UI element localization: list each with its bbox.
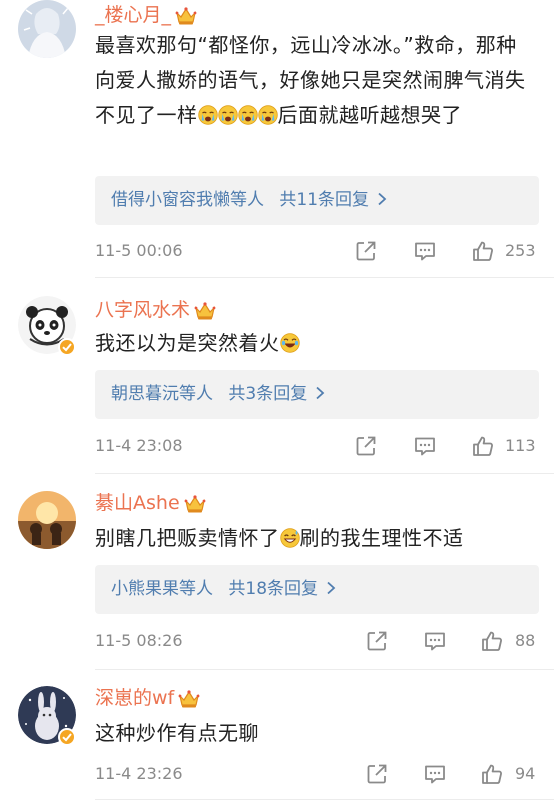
reply-summary[interactable]: 借得小窗容我懒等人 共11条回复 <box>95 176 539 225</box>
crown-badge-icon <box>194 301 216 321</box>
comment-icon[interactable] <box>413 239 437 263</box>
comment-text: 我还以为是突然着火 <box>95 326 535 361</box>
thumbs-up-icon[interactable] <box>471 239 495 263</box>
like-count: 253 <box>505 241 536 260</box>
timestamp: 11-5 08:26 <box>95 631 183 650</box>
like-count: 113 <box>505 436 536 455</box>
comment-icon[interactable] <box>423 762 447 786</box>
timestamp: 11-4 23:26 <box>95 764 183 783</box>
like-count: 88 <box>515 631 536 650</box>
reply-others-label: 等人 <box>179 579 213 599</box>
reply-names[interactable]: 借得小窗容我懒 <box>111 190 230 210</box>
comment-text-part: 后面就越听越想哭了 <box>277 103 462 127</box>
comment-meta: 11-5 08:26 88 <box>95 626 539 656</box>
comment-text-part: 这种炒作有点无聊 <box>95 721 259 745</box>
comment-text: 这种炒作有点无聊 <box>95 716 535 751</box>
avatar[interactable] <box>18 491 76 549</box>
reply-others-label: 等人 <box>179 384 213 404</box>
comment-icon[interactable] <box>413 434 437 458</box>
username-label[interactable]: 綦山Ashe <box>95 492 180 514</box>
reply-count[interactable]: 共3条回复 <box>228 384 307 404</box>
verified-badge-icon <box>58 728 76 746</box>
timestamp: 11-4 23:08 <box>95 436 183 455</box>
reply-count[interactable]: 共18条回复 <box>228 579 318 599</box>
chevron-right-icon <box>377 192 387 206</box>
username[interactable]: 八字风水术 <box>95 298 216 322</box>
comment-icon[interactable] <box>423 629 447 653</box>
crown-badge-icon <box>178 689 200 709</box>
timestamp: 11-5 00:06 <box>95 241 183 260</box>
comment-meta: 11-5 00:06 253 <box>95 236 539 266</box>
like-count: 94 <box>515 764 536 783</box>
comment-item: 深崽的wf 这种炒作有点无聊 11-4 23:26 94 <box>0 670 554 804</box>
crying-face-emoji <box>258 105 278 125</box>
comment-meta: 11-4 23:08 113 <box>95 431 539 461</box>
username-label[interactable]: _楼心月_ <box>95 4 171 26</box>
chevron-right-icon <box>315 386 325 400</box>
reply-count[interactable]: 共11条回复 <box>279 190 369 210</box>
thumbs-up-icon[interactable] <box>480 629 504 653</box>
comment-item: 八字风水术 我还以为是突然着火 朝思暮沅等人 共3条回复 11-4 23:08 … <box>0 278 554 474</box>
thumbs-up-icon[interactable] <box>471 434 495 458</box>
avatar[interactable] <box>18 0 76 58</box>
crown-badge-icon <box>175 6 197 26</box>
comment-meta: 11-4 23:26 94 <box>95 759 539 789</box>
chevron-right-icon <box>326 581 336 595</box>
share-icon[interactable] <box>354 239 378 263</box>
verified-badge-icon <box>58 338 76 356</box>
share-icon[interactable] <box>365 762 389 786</box>
crying-face-emoji <box>198 105 218 125</box>
reply-summary[interactable]: 朝思暮沅等人 共3条回复 <box>95 370 539 419</box>
username[interactable]: _楼心月_ <box>95 3 197 27</box>
divider <box>95 799 554 800</box>
share-icon[interactable] <box>354 434 378 458</box>
reply-names[interactable]: 小熊果果 <box>111 579 179 599</box>
reply-names[interactable]: 朝思暮沅 <box>111 384 179 404</box>
share-icon[interactable] <box>365 629 389 653</box>
comment-item: _楼心月_ 最喜欢那句“都怪你，远山冷冰冰。”救命，那种向爱人撒娇的语气，好像她… <box>0 0 554 278</box>
username[interactable]: 深崽的wf <box>95 686 200 710</box>
thumbs-up-icon[interactable] <box>480 762 504 786</box>
comment-text-part: 别瞎几把贩卖情怀了 <box>95 526 280 550</box>
laughing-emoji <box>280 333 300 353</box>
comment-item: 綦山Ashe 别瞎几把贩卖情怀了 刷的我生理性不适 小熊果果等人 共18条回复 1… <box>0 474 554 670</box>
comment-text: 最喜欢那句“都怪你，远山冷冰冰。”救命，那种向爱人撒娇的语气，好像她只是突然闹脾… <box>95 28 535 133</box>
comment-text-part: 刷的我生理性不适 <box>299 526 464 550</box>
username-label[interactable]: 八字风水术 <box>95 299 190 321</box>
username[interactable]: 綦山Ashe <box>95 491 206 515</box>
crown-badge-icon <box>184 494 206 514</box>
username-label[interactable]: 深崽的wf <box>95 687 174 709</box>
reply-summary[interactable]: 小熊果果等人 共18条回复 <box>95 565 539 614</box>
comment-text: 别瞎几把贩卖情怀了 刷的我生理性不适 <box>95 521 535 556</box>
reply-others-label: 等人 <box>230 190 264 210</box>
sweat-smile-emoji <box>280 528 300 548</box>
crying-face-emoji <box>218 105 238 125</box>
crying-face-emoji <box>238 105 258 125</box>
comment-text-part: 我还以为是突然着火 <box>95 331 280 355</box>
